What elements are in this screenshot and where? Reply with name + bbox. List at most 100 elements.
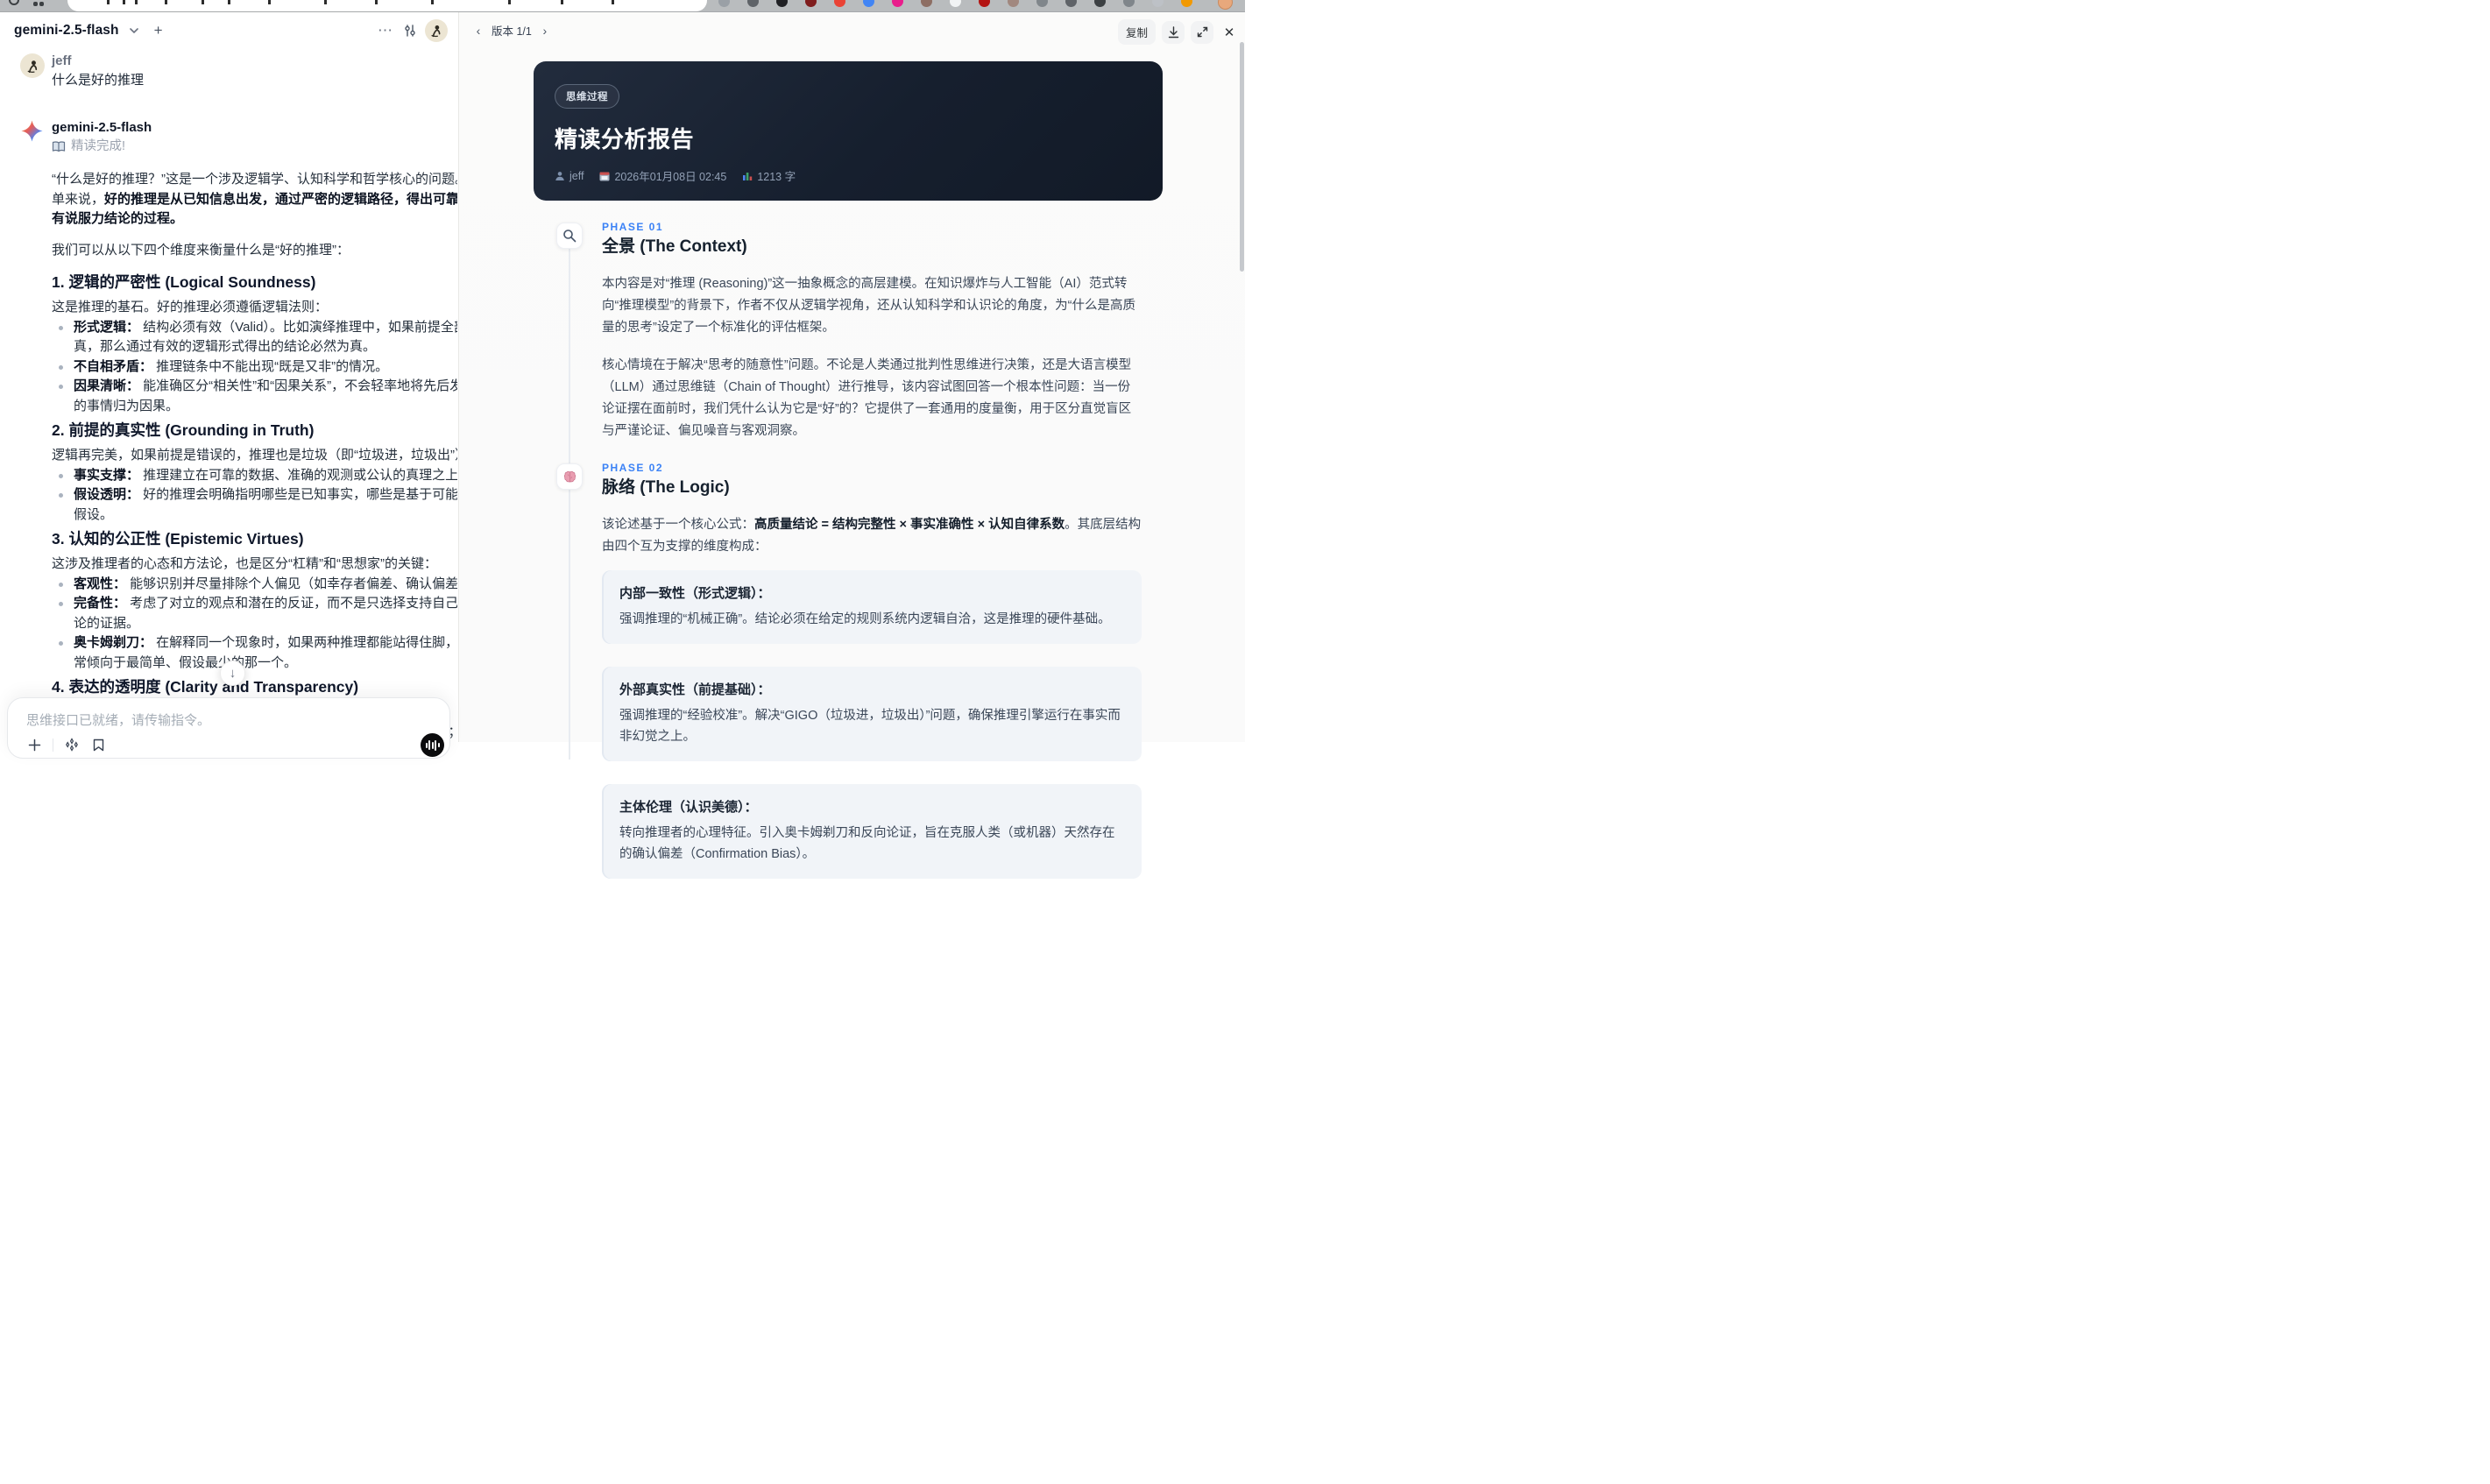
info-box-body: 转向推理者的心理特征。引入奥卡姆剃刀和反向论证，旨在克服人类（或机器）天然存在的…	[619, 826, 1115, 861]
expand-icon[interactable]	[1191, 20, 1213, 44]
chat-section-heading: 4. 表达的透明度 (Clarity and Transparency)	[52, 678, 359, 696]
version-label: 版本 1/1	[492, 25, 532, 38]
brain-icon	[556, 463, 583, 490]
info-box: 主体伦理（认识美德）： 转向推理者的心理特征。引入奥卡姆剃刀和反向论证，旨在克服人…	[602, 784, 1142, 879]
chat-bullet-item: 因果清晰： 能准确区分“相关性”和“因果关系”，不会轻率地将先后发生的事情归为因…	[52, 377, 457, 416]
input-placeholder: 思维接口已就绪，请传输指令。	[26, 713, 211, 728]
phase-label: PHASE 02	[602, 462, 664, 474]
extension-icon[interactable]	[747, 0, 759, 7]
assistant-message: gemini-2.5-flash 精读完成!	[20, 119, 457, 155]
report-badge: 思维过程	[555, 84, 619, 109]
bookmark-icon[interactable]	[90, 737, 106, 753]
report-body: PHASE 01 全景 (The Context) 本内容是对“推理 (Reason…	[534, 221, 1163, 879]
chat-bullet-list: 客观性： 能够识别并尽量排除个人偏见（如幸存者偏差、确认偏差）。 完备性： 考虑了…	[52, 575, 457, 674]
chat-title[interactable]: gemini-2.5-flash	[14, 23, 119, 39]
extension-icon[interactable]	[892, 0, 903, 7]
report-hero-card: 思维过程 精读分析报告 jeff 2026年01月08日 02:45 1213 …	[534, 61, 1163, 201]
version-next-button[interactable]: ›	[537, 23, 553, 39]
chat-bullet-item: 客观性： 能够识别并尽量排除个人偏见（如幸存者偏差、确认偏差）。	[52, 575, 457, 595]
skills-sparkle-icon[interactable]	[64, 737, 80, 753]
chat-paragraph: “什么是好的推理？”这是一个涉及逻辑学、认知科学和哲学核心的问题。简单来说，好的…	[52, 172, 457, 226]
phase-title: 全景 (The Context)	[602, 237, 747, 256]
info-box: 外部真实性（前提基础）： 强调推理的“经验校准”。解决“GIGO（垃圾进，垃圾出）…	[602, 667, 1142, 761]
artifact-panel: ‹ 版本 1/1 › 复制 ✕ 思维过程 精读分析报告 jeff 2026年01…	[460, 12, 1245, 879]
version-nav: ‹ 版本 1/1 ›	[470, 22, 553, 39]
chat-section-heading: 2. 前提的真实性 (Grounding in Truth)	[52, 421, 315, 439]
gemini-logo-icon	[20, 119, 44, 143]
phase-label: PHASE 01	[602, 221, 664, 233]
url-text-fragment	[96, 0, 657, 4]
attach-plus-button[interactable]	[26, 737, 42, 753]
more-options-button[interactable]: ⋯	[376, 21, 395, 40]
report-date: 2026年01月08日 02:45	[599, 167, 726, 184]
chat-section-heading: 3. 认知的公正性 (Epistemic Virtues)	[52, 530, 304, 548]
report-phase: PHASE 02 脉络 (The Logic) 该论述基于一个核心公式：高质量结论 …	[534, 462, 1163, 879]
chat-messages: jeff 什么是好的推理 gemini-2.5-flash 精读完成! “什么是…	[0, 51, 457, 742]
magnifier-icon	[556, 223, 583, 249]
extension-icon[interactable]	[1065, 0, 1077, 7]
voice-input-button[interactable]	[421, 733, 444, 757]
message-input[interactable]: 思维接口已就绪，请传输指令。	[7, 697, 450, 759]
scroll-to-bottom-button[interactable]: ↓	[220, 661, 245, 686]
info-box: 内部一致性（形式逻辑）： 强调推理的“机械正确”。结论必须在给定的规则系统内逻辑自…	[602, 570, 1142, 644]
message-text: 什么是好的推理	[52, 73, 145, 88]
chat-section-heading: 1. 逻辑的严密性 (Logical Soundness)	[52, 273, 316, 291]
report-word-count: 1213 字	[742, 167, 796, 184]
user-avatar	[20, 53, 45, 78]
assistant-status: 精读完成!	[52, 138, 457, 155]
person-icon	[555, 171, 564, 180]
chat-bullet-item: 完备性： 考虑了对立的观点和潜在的反证，而不是只选择支持自己结论的证据。	[52, 594, 457, 633]
version-prev-button[interactable]: ‹	[470, 23, 486, 39]
chat-bullet-list: 形式逻辑： 结构必须有效（Valid）。比如演绎推理中，如果前提全部为真，那么通…	[52, 318, 457, 417]
extension-icon[interactable]	[1123, 0, 1135, 7]
user-message: jeff 什么是好的推理	[20, 53, 457, 90]
extension-icon[interactable]	[1094, 0, 1106, 7]
extension-icon[interactable]	[776, 0, 788, 7]
report-meta: jeff 2026年01月08日 02:45 1213 字	[555, 167, 1142, 184]
chat-bullet-item: 事实支撑： 推理建立在可靠的数据、准确的观测或公认的真理之上。	[52, 466, 457, 486]
message-author: jeff	[52, 53, 72, 68]
extension-icon[interactable]	[863, 0, 874, 7]
extension-icon[interactable]	[1036, 0, 1048, 7]
chat-paragraph: 逻辑再完美，如果前提是错误的，推理也是垃圾（即“垃圾进，垃圾出”）。	[52, 448, 457, 463]
chat-paragraph: 这涉及推理者的心态和方法论，也是区分“杠精”和“思想家”的关键：	[52, 556, 437, 571]
extension-icon[interactable]	[834, 0, 845, 7]
download-icon[interactable]	[1162, 20, 1185, 44]
chat-header: gemini-2.5-flash + ⋯	[0, 12, 458, 49]
user-avatar[interactable]	[425, 19, 448, 42]
book-icon	[52, 140, 66, 152]
extension-icon[interactable]	[979, 0, 990, 7]
extension-icon[interactable]	[805, 0, 817, 7]
artifact-toolbar: 复制 ✕	[1117, 19, 1239, 45]
app-window: gemini-2.5-flash + ⋯ jeff 什么是好的推理 gemini…	[0, 12, 1245, 879]
extension-icon[interactable]	[1008, 0, 1019, 7]
model-settings-icon[interactable]	[400, 21, 420, 40]
copy-button[interactable]: 复制	[1117, 19, 1156, 45]
new-chat-button[interactable]: +	[149, 21, 168, 40]
extension-icon[interactable]	[1181, 0, 1192, 7]
reload-icon[interactable]	[9, 0, 19, 5]
chat-bullet-list: 事实支撑： 推理建立在可靠的数据、准确的观测或公认的真理之上。 假设透明： 好的推…	[52, 466, 457, 526]
info-box-title: 外部真实性（前提基础）：	[619, 682, 771, 697]
extension-icon[interactable]	[950, 0, 961, 7]
vertical-scrollbar[interactable]	[1240, 42, 1244, 272]
message-author: gemini-2.5-flash	[52, 120, 152, 135]
info-box-body: 强调推理的“经验校准”。解决“GIGO（垃圾进，垃圾出）”问题，确保推理引擎运行…	[619, 709, 1121, 744]
chat-panel: gemini-2.5-flash + ⋯ jeff 什么是好的推理 gemini…	[0, 12, 459, 759]
extension-icon[interactable]	[718, 0, 730, 7]
info-box-title: 主体伦理（认识美德）：	[619, 800, 758, 815]
dimension-boxes: 内部一致性（形式逻辑）： 强调推理的“机械正确”。结论必须在给定的规则系统内逻辑自…	[602, 570, 1142, 879]
phase-paragraph: 本内容是对“推理 (Reasoning)”这一抽象概念的高层建模。在知识爆炸与人…	[602, 277, 1135, 335]
browser-chrome-strip	[0, 0, 1245, 12]
tab-grid-icon[interactable]	[33, 0, 46, 6]
close-icon[interactable]: ✕	[1220, 21, 1239, 44]
chat-bullet-item: 形式逻辑： 结构必须有效（Valid）。比如演绎推理中，如果前提全部为真，那么通…	[52, 318, 457, 357]
chevron-down-icon[interactable]	[124, 21, 144, 40]
info-box-title: 内部一致性（形式逻辑）：	[619, 586, 771, 601]
extension-icon[interactable]	[921, 0, 932, 7]
phase-paragraph: 核心情境在于解决“思考的随意性”问题。不论是人类通过批判性思维进行决策，还是大语…	[602, 358, 1132, 438]
browser-profile-avatar[interactable]	[1218, 0, 1233, 10]
extension-icon[interactable]	[1152, 0, 1164, 7]
chat-paragraph: 这是推理的基石。好的推理必须遵循逻辑法则：	[52, 300, 329, 314]
info-box-body: 强调推理的“机械正确”。结论必须在给定的规则系统内逻辑自洽，这是推理的硬件基础。	[619, 612, 1111, 626]
